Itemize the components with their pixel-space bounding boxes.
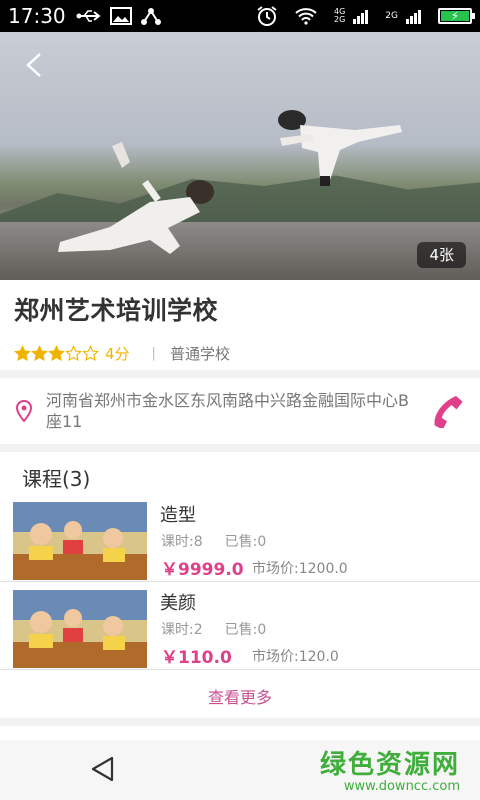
- courses-title: 课程(3): [22, 467, 91, 491]
- photo-figure-lunging: [58, 142, 214, 254]
- star-filled-icon: [14, 344, 31, 361]
- course-hours: 课时:8: [161, 534, 203, 550]
- photo-count-badge[interactable]: 4张: [417, 242, 466, 268]
- course-market-price: 市场价:120.0: [252, 649, 339, 665]
- signal-bars-icon: [353, 8, 369, 24]
- phone-icon: [434, 395, 463, 430]
- course-price: ￥9999.0: [161, 560, 244, 580]
- back-button[interactable]: [22, 50, 46, 80]
- star-filled-icon: [48, 344, 65, 361]
- course-thumbnail: [13, 590, 147, 668]
- course-hours: 课时:2: [161, 622, 203, 638]
- address-row[interactable]: 河南省郑州市金水区东风南路中兴路金融国际中心B座11: [0, 378, 480, 444]
- signal-bars-2-icon: [406, 8, 422, 24]
- star-filled-icon: [31, 344, 48, 361]
- course-market-price: 市场价:1200.0: [252, 561, 348, 577]
- net-label-2g: 2G: [334, 15, 346, 24]
- signal-2g-icon: 2G: [385, 11, 398, 21]
- share-icon: [140, 6, 162, 26]
- course-stats: 课时:2 已售:0: [161, 619, 266, 639]
- star-empty-icon: [65, 344, 82, 361]
- course-thumbnail: [13, 502, 147, 580]
- course-name: 美颜: [160, 593, 196, 614]
- battery-charging-icon: ⚡: [438, 8, 475, 24]
- see-more-button[interactable]: 查看更多: [0, 674, 480, 718]
- photo-figure-jumping: [278, 110, 402, 186]
- app-screen: 17:30 4G 2G 2G ⚡ 4张 郑州艺术培训学校 4分 | 普通学校 河…: [0, 0, 480, 800]
- wifi-icon: [294, 7, 318, 25]
- courses-section: 课程(3) 造型 课时:8 已售:0 ￥9999.0 市场价:1200.0 美颜…: [0, 452, 480, 718]
- watermark: 绿色资源网 www.downcc.com: [320, 744, 460, 794]
- meta-separator: |: [151, 345, 156, 361]
- course-name: 造型: [160, 505, 196, 526]
- school-meta-row: 4分 | 普通学校: [14, 342, 466, 364]
- course-item[interactable]: 造型 课时:8 已售:0 ￥9999.0 市场价:1200.0: [0, 498, 480, 582]
- school-type: 普通学校: [169, 344, 230, 363]
- signal-4g-icon: 4G 2G: [334, 8, 345, 24]
- star-empty-icon: [82, 344, 99, 361]
- watermark-title: 绿色资源网: [319, 750, 460, 780]
- course-price: ￥110.0: [161, 648, 232, 668]
- address-text: 河南省郑州市金水区东风南路中兴路金融国际中心B座11: [46, 391, 409, 431]
- watermark-url: www.downcc.com: [343, 779, 460, 794]
- rating-score: 4分: [105, 344, 130, 363]
- usb-icon: [76, 8, 102, 24]
- net-label-2g-second: 2G: [385, 11, 398, 21]
- triangle-back-icon: [91, 756, 114, 782]
- status-time: 17:30: [8, 4, 66, 28]
- course-sold: 已售:0: [224, 622, 267, 638]
- image-icon: [109, 7, 132, 25]
- school-photo-banner[interactable]: 4张: [0, 32, 480, 280]
- course-sold: 已售:0: [224, 534, 267, 550]
- course-item[interactable]: 美颜 课时:2 已售:0 ￥110.0 市场价:120.0: [0, 586, 480, 670]
- location-pin-icon: [0, 400, 40, 422]
- school-info-card: 郑州艺术培训学校 4分 | 普通学校: [0, 280, 480, 370]
- school-name: 郑州艺术培训学校: [14, 296, 219, 325]
- status-bar: 17:30 4G 2G 2G ⚡: [0, 0, 480, 32]
- system-nav-bar: 绿色资源网 www.downcc.com: [0, 740, 480, 800]
- nav-back-button[interactable]: [88, 754, 118, 784]
- rating-stars: [14, 344, 99, 362]
- call-button[interactable]: [430, 392, 464, 430]
- course-stats: 课时:8 已售:0: [161, 531, 266, 551]
- alarm-icon: [256, 5, 278, 27]
- chevron-left-icon: [26, 53, 41, 77]
